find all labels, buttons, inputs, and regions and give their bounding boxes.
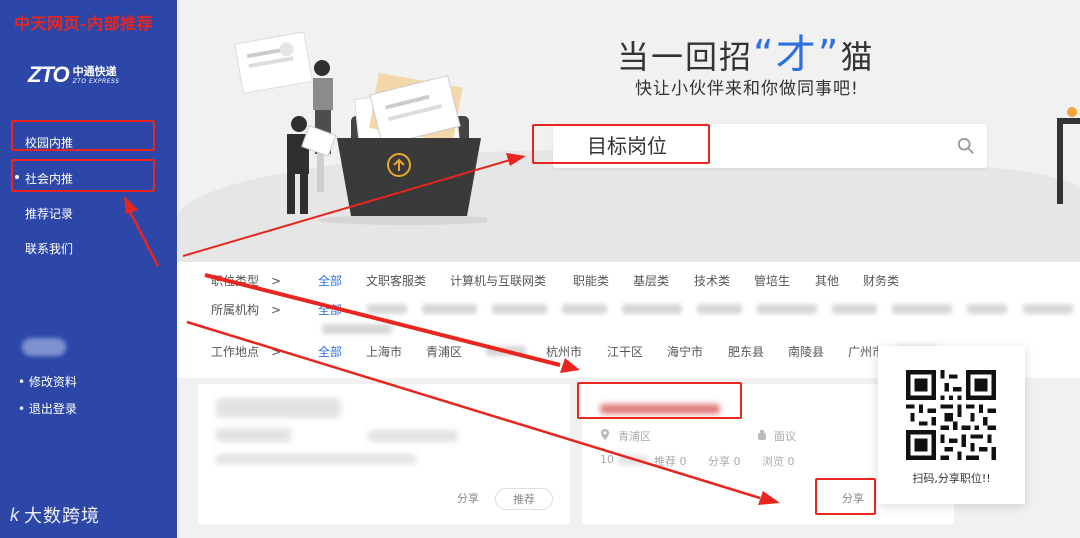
filter-location-shanghai[interactable]: 上海市 — [366, 343, 402, 360]
headline-highlight: “才” — [753, 32, 841, 78]
share-button[interactable]: 分享 — [835, 488, 871, 510]
sidebar-item-contact[interactable]: 联系我们 — [25, 240, 73, 257]
filter-location-nanling[interactable]: 南陵县 — [788, 343, 824, 360]
qr-share-popup: 扫码,分享职位!! — [878, 346, 1025, 504]
filter-org-option-blurred[interactable] — [697, 304, 742, 314]
avatar — [22, 338, 66, 356]
filter-job-type-clerical[interactable]: 文职客服类 — [366, 272, 426, 289]
filter-location-haining[interactable]: 海宁市 — [667, 343, 703, 360]
filter-job-type-other[interactable]: 其他 — [815, 272, 839, 289]
recommend-button[interactable]: 推荐 — [495, 488, 553, 510]
edit-profile-link[interactable]: • 修改资料 — [18, 373, 77, 390]
filter-org-option-blurred[interactable] — [967, 304, 1007, 314]
location-pin-icon — [601, 429, 609, 440]
watermark-text: 大数跨境 — [24, 506, 100, 527]
job-meta-blurred — [368, 430, 458, 442]
filter-org-option-blurred[interactable] — [892, 304, 952, 314]
decoration-stand-icon — [1057, 107, 1080, 204]
zto-logo[interactable]: ZTO 中通快递 ZTO EXPRESS — [28, 62, 119, 88]
filter-location-qingpu[interactable]: 青浦区 — [426, 343, 462, 360]
job-salary: 面议 — [774, 430, 796, 443]
share-count: 分享 0 — [708, 455, 741, 468]
view-count: 浏览 0 — [762, 455, 795, 468]
filter-location-feidong[interactable]: 肥东县 — [728, 343, 764, 360]
logo-en: ZTO EXPRESS — [72, 77, 120, 85]
job-stats-blurred — [618, 455, 648, 465]
filter-location-hangzhou[interactable]: 杭州市 — [546, 343, 582, 360]
qr-code-icon — [906, 370, 996, 460]
sidebar-item-social[interactable]: 社会内推 — [25, 170, 73, 187]
filter-label-org: 所属机构 > — [211, 303, 282, 317]
filter-org-option-blurred[interactable] — [322, 324, 392, 334]
filter-job-type-basic[interactable]: 基层类 — [633, 272, 669, 289]
filter-org-option-blurred[interactable] — [832, 304, 877, 314]
sidebar-item-campus[interactable]: 校园内推 — [25, 134, 73, 151]
filter-org-option-blurred[interactable] — [757, 304, 817, 314]
filter-org-option-blurred[interactable] — [492, 304, 547, 314]
job-location: 青浦区 — [618, 430, 651, 443]
filter-job-type-it[interactable]: 计算机与互联网类 — [450, 272, 546, 289]
job-title-blurred — [600, 404, 720, 414]
filter-org-all[interactable]: 全部 — [318, 301, 342, 318]
job-title-blurred — [216, 398, 341, 418]
sidebar: 中天网页-内部推荐 ZTO 中通快递 ZTO EXPRESS 校园内推 社会内推… — [0, 0, 177, 538]
overlay-title: 中天网页-内部推荐 — [14, 14, 154, 33]
filter-org-option-blurred[interactable] — [367, 304, 407, 314]
watermark-logo-icon: k — [10, 504, 19, 525]
filter-job-type-finance[interactable]: 财务类 — [863, 272, 899, 289]
logout-link[interactable]: • 退出登录 — [18, 400, 77, 417]
hero-illustration-icon — [234, 31, 487, 225]
active-dot — [15, 175, 19, 179]
filter-label-job-type: 职位类型 > — [211, 274, 282, 288]
recommend-count: 推荐 0 — [654, 455, 687, 468]
filter-job-type-all[interactable]: 全部 — [318, 272, 342, 289]
filter-label-location: 工作地点 > — [211, 345, 282, 359]
filter-location-all[interactable]: 全部 — [318, 343, 342, 360]
filter-org-option-blurred[interactable] — [422, 304, 477, 314]
job-card[interactable]: 分享 推荐 — [198, 384, 570, 524]
search-icon[interactable] — [957, 137, 975, 155]
hero-banner: 当一回招“才”猫 快让小伙伴来和你做同事吧! — [177, 0, 1080, 262]
search-box — [553, 124, 987, 168]
qr-caption: 扫码,分享职位!! — [912, 472, 991, 485]
share-button[interactable]: 分享 — [450, 488, 486, 510]
filter-job-type-functional[interactable]: 职能类 — [573, 272, 609, 289]
job-stats-blurred — [216, 454, 416, 464]
filter-job-type-tech[interactable]: 技术类 — [694, 272, 730, 289]
filter-location-option-blurred[interactable] — [486, 346, 526, 356]
subheadline: 快让小伙伴来和你做同事吧! — [635, 79, 859, 99]
filter-job-type-trainee[interactable]: 管培生 — [754, 272, 790, 289]
headline: 当一回招“才”猫 — [617, 32, 875, 78]
salary-bag-icon — [758, 430, 766, 440]
filter-location-jianggan[interactable]: 江干区 — [607, 343, 643, 360]
logo-cn: 中通快递 — [72, 64, 117, 78]
filter-org-option-blurred[interactable] — [562, 304, 607, 314]
filter-org-option-blurred[interactable] — [622, 304, 682, 314]
search-input[interactable] — [587, 132, 917, 160]
watermark: k 大数跨境 — [10, 502, 100, 528]
job-stats-prefix: 10 — [600, 453, 614, 466]
filter-org-option-blurred[interactable] — [1023, 304, 1073, 314]
job-meta-blurred — [216, 428, 291, 442]
logo-mark: ZTO — [28, 62, 70, 87]
sidebar-item-records[interactable]: 推荐记录 — [25, 205, 73, 222]
